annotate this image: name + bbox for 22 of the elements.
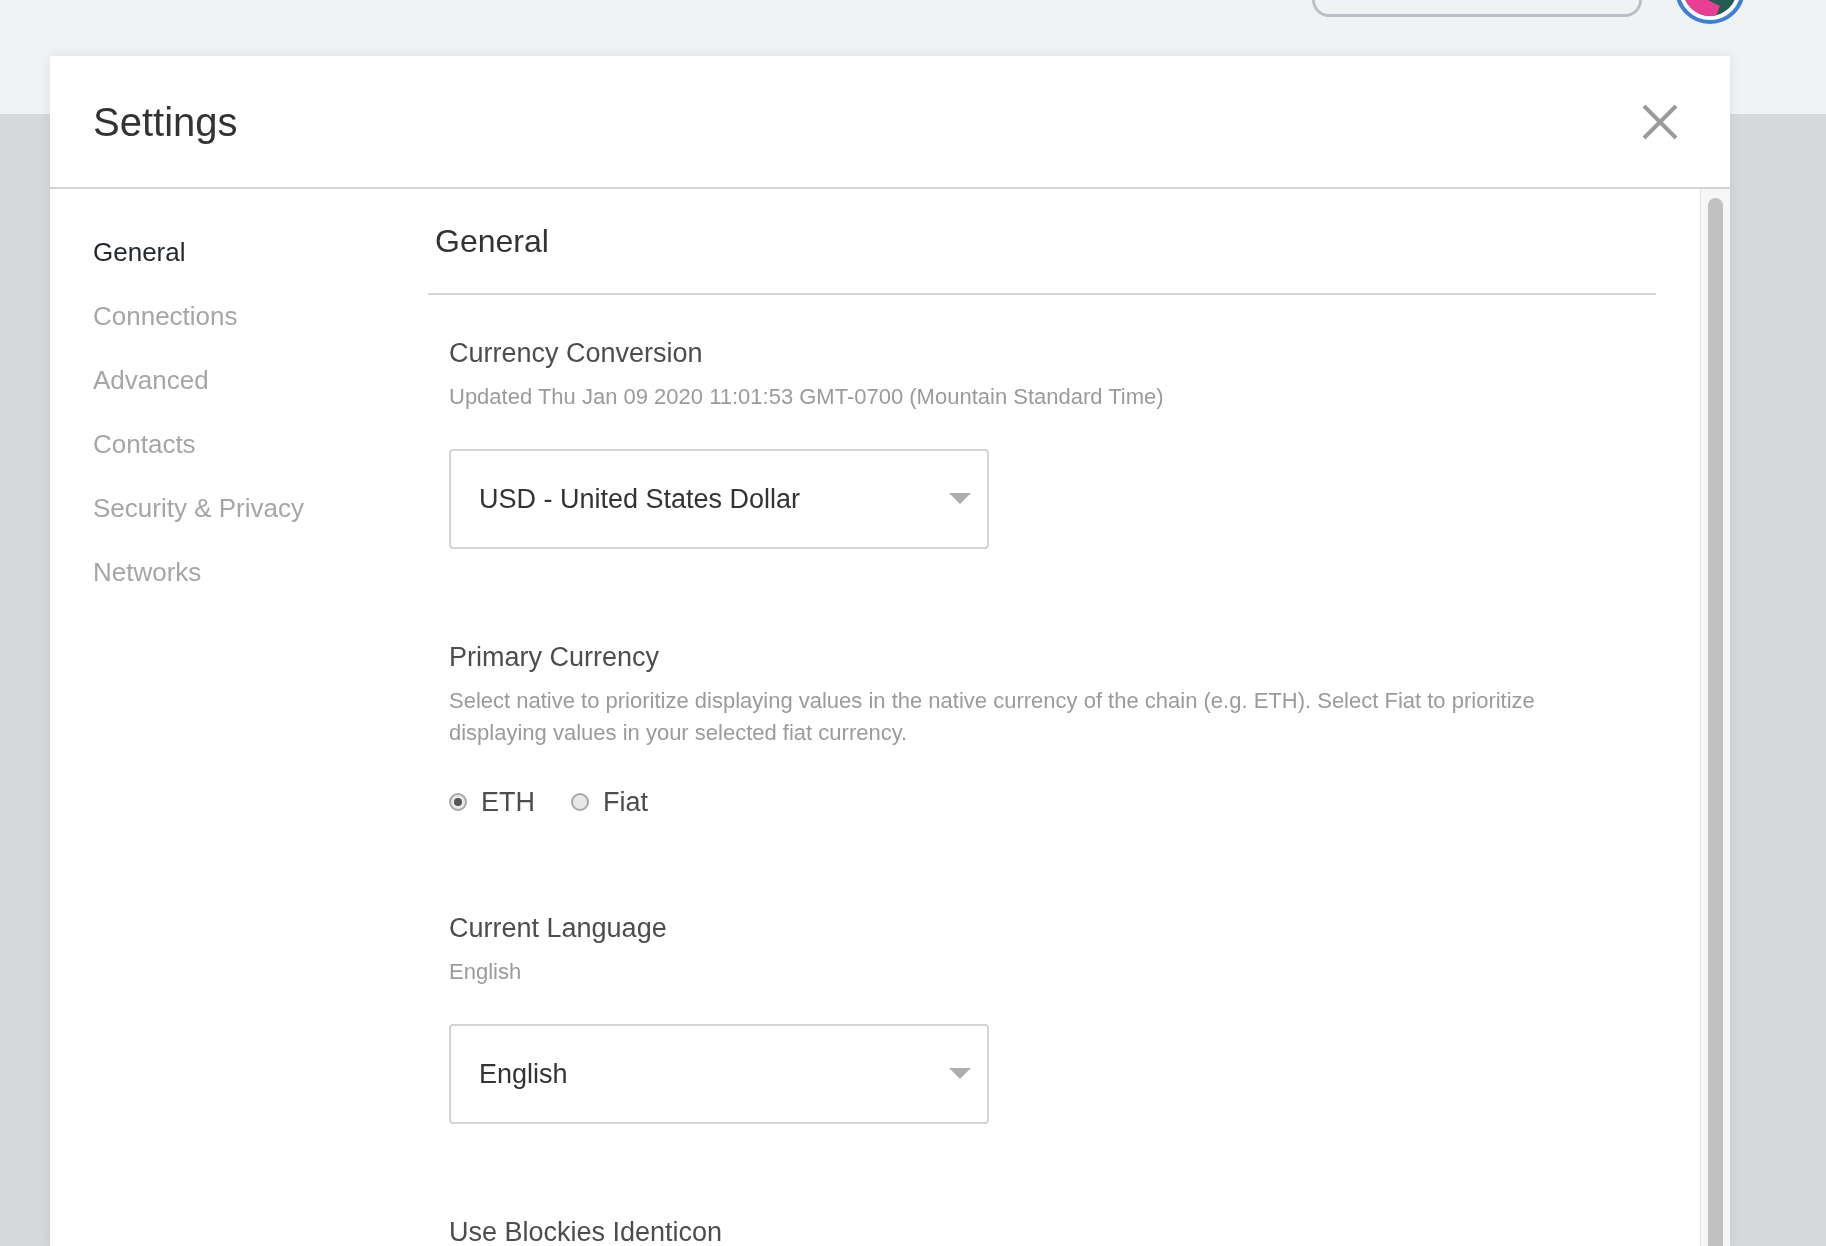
modal-title: Settings	[93, 98, 238, 146]
setting-title: Primary Currency	[449, 641, 660, 674]
section-heading: General	[435, 222, 549, 261]
setting-title: Current Language	[449, 912, 667, 945]
setting-description: English	[449, 958, 523, 986]
select-dropdown[interactable]: USD - United States Dollar	[449, 449, 989, 549]
radio-option[interactable]: ETH	[449, 781, 535, 823]
radio-button[interactable]	[449, 793, 467, 811]
sidebar-item[interactable]: General	[93, 220, 186, 284]
close-icon	[1642, 103, 1678, 140]
setting-description: Select native to prioritize displaying values in the native currency of the chain (e.g. ETH). Select Fiat to prioritize displaying values in your selected fiat currency.	[449, 687, 1536, 747]
scrollbar-thumb[interactable]	[1708, 198, 1723, 1246]
radio-option[interactable]: Fiat	[571, 781, 648, 823]
setting-title: Currency Conversion	[449, 337, 703, 370]
setting-description: Updated Thu Jan 09 2020 11:01:53 GMT-0700 (Mountain Standard Time)	[449, 383, 1165, 411]
select-dropdown[interactable]: English	[449, 1024, 989, 1124]
top-pill[interactable]	[1312, 0, 1642, 17]
caret-icon	[949, 1068, 971, 1080]
radio-button[interactable]	[571, 793, 589, 811]
avatar-icon[interactable]	[1675, 0, 1745, 24]
caret-icon	[949, 493, 971, 505]
setting-title: Use Blockies Identicon	[449, 1216, 723, 1246]
